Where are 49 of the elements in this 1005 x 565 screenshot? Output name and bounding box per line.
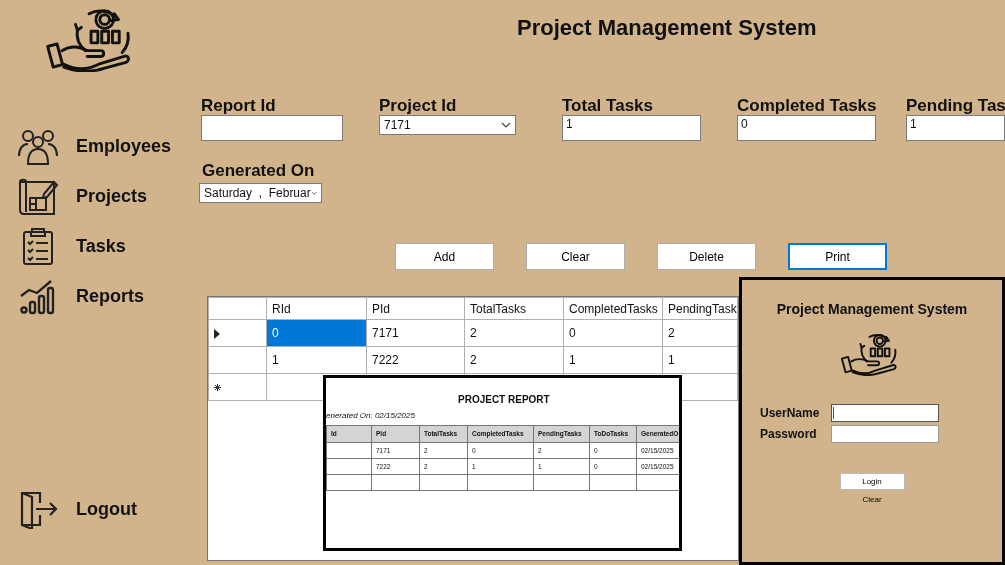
login-button[interactable]: Login bbox=[839, 473, 905, 490]
field-label: Report Id bbox=[201, 96, 277, 115]
action-button[interactable]: Delete bbox=[657, 243, 756, 270]
table-cell: 2 bbox=[464, 346, 564, 374]
logout-link[interactable]: Logout bbox=[76, 495, 137, 523]
clear-button[interactable]: Clear bbox=[862, 494, 882, 506]
action-button[interactable]: Print bbox=[788, 243, 887, 270]
date-picker[interactable]: Saturday , Februar bbox=[199, 183, 322, 203]
column-header[interactable]: PId bbox=[366, 297, 465, 320]
column-header[interactable]: CompletedTasks bbox=[563, 297, 663, 320]
table-cell: 2 bbox=[464, 319, 564, 347]
field-label: Pending Tas bbox=[906, 96, 1005, 115]
field-label: Password bbox=[760, 426, 818, 443]
blueprint-icon[interactable] bbox=[16, 176, 60, 216]
field-label: Completed Tasks bbox=[737, 96, 876, 115]
sidebar-item[interactable]: Projects bbox=[76, 182, 148, 210]
table-cell: 0 bbox=[266, 319, 367, 347]
table-cell: 0 bbox=[563, 319, 663, 347]
new-row-icon bbox=[214, 384, 221, 392]
sidebar-item[interactable]: Reports bbox=[76, 282, 144, 310]
input-field[interactable]: 1 bbox=[906, 115, 1005, 141]
column-header[interactable]: PendingTask bbox=[662, 297, 738, 320]
field-label: Project Id bbox=[379, 96, 458, 115]
field-label: Generated On bbox=[202, 161, 315, 180]
input-field[interactable] bbox=[831, 404, 939, 422]
table-cell: 7222 bbox=[366, 346, 465, 374]
sidebar-item[interactable]: Employees bbox=[76, 132, 172, 160]
field-label: UserName bbox=[760, 405, 821, 422]
field-label: Total Tasks bbox=[562, 96, 654, 115]
input-field[interactable] bbox=[831, 425, 939, 443]
input-field[interactable] bbox=[201, 115, 343, 141]
table-cell: 1 bbox=[662, 346, 738, 374]
input-field[interactable]: 1 bbox=[562, 115, 701, 141]
chevron-down-icon[interactable] bbox=[501, 122, 511, 128]
app-title: Project Management System bbox=[517, 14, 817, 42]
action-button[interactable]: Add bbox=[395, 243, 494, 270]
table-cell: 7171 bbox=[366, 319, 465, 347]
column-header[interactable]: RId bbox=[266, 297, 367, 320]
table-cell: 2 bbox=[662, 319, 738, 347]
sidebar-item[interactable]: Tasks bbox=[76, 232, 126, 260]
action-button[interactable]: Clear bbox=[526, 243, 625, 270]
column-header[interactable]: TotalTasks bbox=[464, 297, 564, 320]
table-cell: 1 bbox=[266, 346, 367, 374]
window-title: Project Management System bbox=[776, 300, 968, 319]
report-title: PROJECT REPORT bbox=[458, 393, 550, 407]
report-date: enerated On: 02/15/2025 bbox=[326, 410, 415, 422]
project-id-dropdown[interactable]: 7171 bbox=[379, 115, 516, 135]
input-field[interactable]: 0 bbox=[737, 115, 876, 141]
table-cell: 1 bbox=[563, 346, 663, 374]
